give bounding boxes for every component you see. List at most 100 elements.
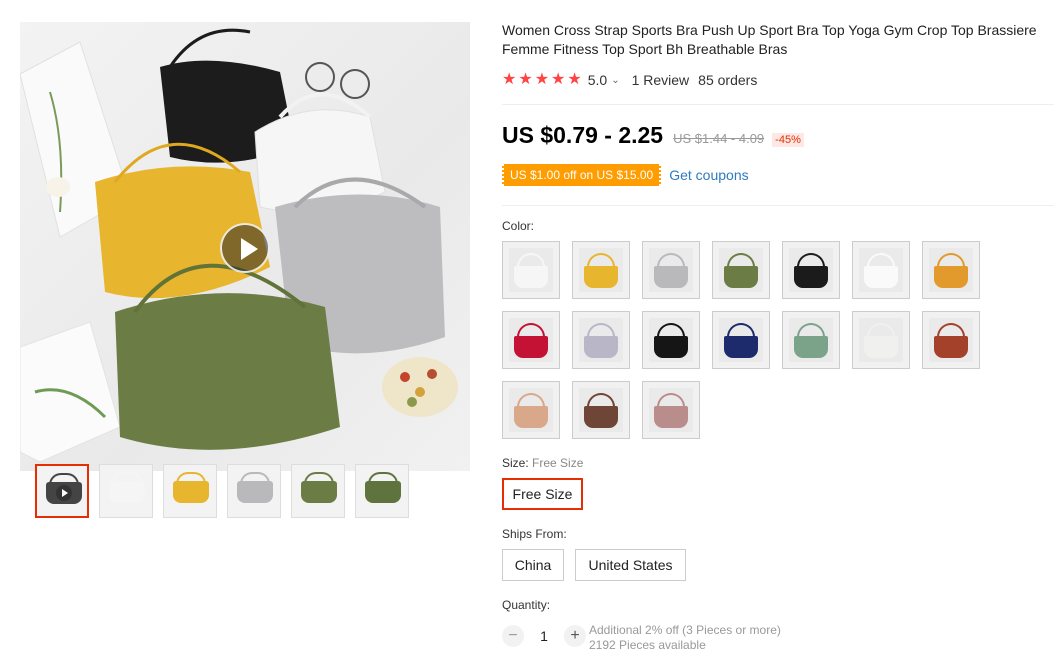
thumbnail-garment [237, 481, 273, 503]
color-swatch-army-green[interactable] [712, 241, 770, 299]
quantity-stepper: − 1 + [502, 625, 586, 647]
thumbnail-strip [35, 464, 409, 518]
ships-from-united-states[interactable]: United States [575, 549, 686, 581]
color-swatch-brown[interactable] [572, 381, 630, 439]
color-swatch-red[interactable] [502, 311, 560, 369]
quantity-input[interactable]: 1 [524, 628, 564, 644]
swatch-garment [514, 266, 548, 288]
star-icon: ★ [518, 71, 533, 88]
rating-stars: ★ ★ ★ ★ ★ [502, 72, 582, 88]
thumbnail-garment [301, 481, 337, 503]
color-swatch-beige[interactable] [502, 381, 560, 439]
size-label: Size: [502, 456, 529, 470]
color-swatch-ivory[interactable] [852, 311, 910, 369]
swatch-image [719, 318, 763, 362]
swatch-image [929, 248, 973, 292]
thumbnail-garment [173, 481, 209, 503]
current-price: US $0.79 - 2.25 [502, 122, 664, 148]
star-icon: ★ [534, 71, 550, 88]
swatch-image [649, 318, 693, 362]
color-swatch-black[interactable] [782, 241, 840, 299]
gallery-thumbnail-gray[interactable] [227, 464, 281, 518]
ships-from-label: Ships From: [502, 527, 567, 541]
swatch-image [509, 248, 553, 292]
swatch-garment [654, 336, 688, 358]
swatch-garment [584, 406, 618, 428]
gallery-thumbnail-green-2[interactable] [355, 464, 409, 518]
star-icon: ★ [567, 71, 582, 88]
quantity-notes: Additional 2% off (3 Pieces or more) 219… [589, 623, 781, 653]
ships-from-china[interactable]: China [502, 549, 564, 581]
swatch-garment [794, 266, 828, 288]
color-swatch-gray[interactable] [642, 241, 700, 299]
swatch-image [509, 388, 553, 432]
product-title: Women Cross Strap Sports Bra Push Up Spo… [502, 22, 1037, 57]
gallery-thumbnail-white[interactable] [99, 464, 153, 518]
color-swatch-navy[interactable] [712, 311, 770, 369]
swatch-image [929, 318, 973, 362]
gallery-thumbnail-green[interactable] [291, 464, 345, 518]
color-swatch-black-2[interactable] [642, 311, 700, 369]
swatch-garment [584, 266, 618, 288]
size-selected-value: Free Size [532, 456, 584, 470]
quantity-label: Quantity: [502, 598, 551, 612]
thumbnail-garment [365, 481, 401, 503]
swatch-garment [934, 266, 968, 288]
swatch-garment [514, 336, 548, 358]
gallery-thumbnail-yellow[interactable] [163, 464, 217, 518]
rating-row: ★ ★ ★ ★ ★ 5.0 ⌄ 1 Review 85 orders [502, 70, 757, 90]
play-icon [56, 485, 72, 501]
swatch-image [719, 248, 763, 292]
rating-value[interactable]: 5.0 [588, 72, 607, 88]
coupon-row: US $1.00 off on US $15.00 Get coupons [502, 164, 749, 186]
get-coupons-link[interactable]: Get coupons [669, 167, 748, 183]
color-swatch-orange[interactable] [922, 241, 980, 299]
size-option-free-size[interactable]: Free Size [502, 478, 583, 510]
divider [502, 205, 1054, 206]
quantity-decrease-button[interactable]: − [502, 625, 524, 647]
swatch-image [579, 388, 623, 432]
size-label-row: Size: Free Size [502, 456, 583, 470]
bulk-discount-note: Additional 2% off (3 Pieces or more) [589, 623, 781, 637]
swatch-garment [864, 266, 898, 288]
thumbnail-garment [109, 481, 145, 503]
color-swatch-rust[interactable] [922, 311, 980, 369]
swatch-image [649, 388, 693, 432]
swatch-garment [654, 266, 688, 288]
gallery-thumbnail-mixed-video[interactable] [35, 464, 89, 518]
swatch-image [859, 248, 903, 292]
color-swatch-sage-green[interactable] [782, 311, 840, 369]
swatch-image [649, 248, 693, 292]
color-swatch-dusty-pink[interactable] [642, 381, 700, 439]
color-swatch-yellow[interactable] [572, 241, 630, 299]
swatch-garment [584, 336, 618, 358]
color-swatch-white[interactable] [502, 241, 560, 299]
swatch-garment [724, 266, 758, 288]
product-gallery [20, 22, 470, 471]
swatch-image [789, 248, 833, 292]
chevron-down-icon[interactable]: ⌄ [611, 75, 619, 86]
price-row: US $0.79 - 2.25 US $1.44 - 4.09 -45% [502, 122, 804, 149]
play-video-button[interactable] [220, 223, 270, 273]
swatch-garment [934, 336, 968, 358]
swatch-garment [724, 336, 758, 358]
coupon-badge[interactable]: US $1.00 off on US $15.00 [502, 164, 662, 186]
color-swatch-light-white[interactable] [852, 241, 910, 299]
swatch-image [579, 318, 623, 362]
swatch-garment [654, 406, 688, 428]
swatch-image [789, 318, 833, 362]
divider [502, 104, 1054, 105]
orders-count: 85 orders [698, 72, 758, 88]
discount-badge: -45% [772, 133, 804, 147]
star-icon: ★ [551, 71, 566, 88]
color-swatch-lavender[interactable] [572, 311, 630, 369]
swatch-garment [514, 406, 548, 428]
swatch-garment [794, 336, 828, 358]
swatch-image [859, 318, 903, 362]
reviews-link[interactable]: 1 Review [632, 72, 690, 88]
swatch-image [509, 318, 553, 362]
star-icon: ★ [502, 71, 517, 88]
color-label: Color: [502, 219, 535, 233]
main-product-image[interactable] [20, 22, 470, 471]
quantity-increase-button[interactable]: + [564, 625, 586, 647]
